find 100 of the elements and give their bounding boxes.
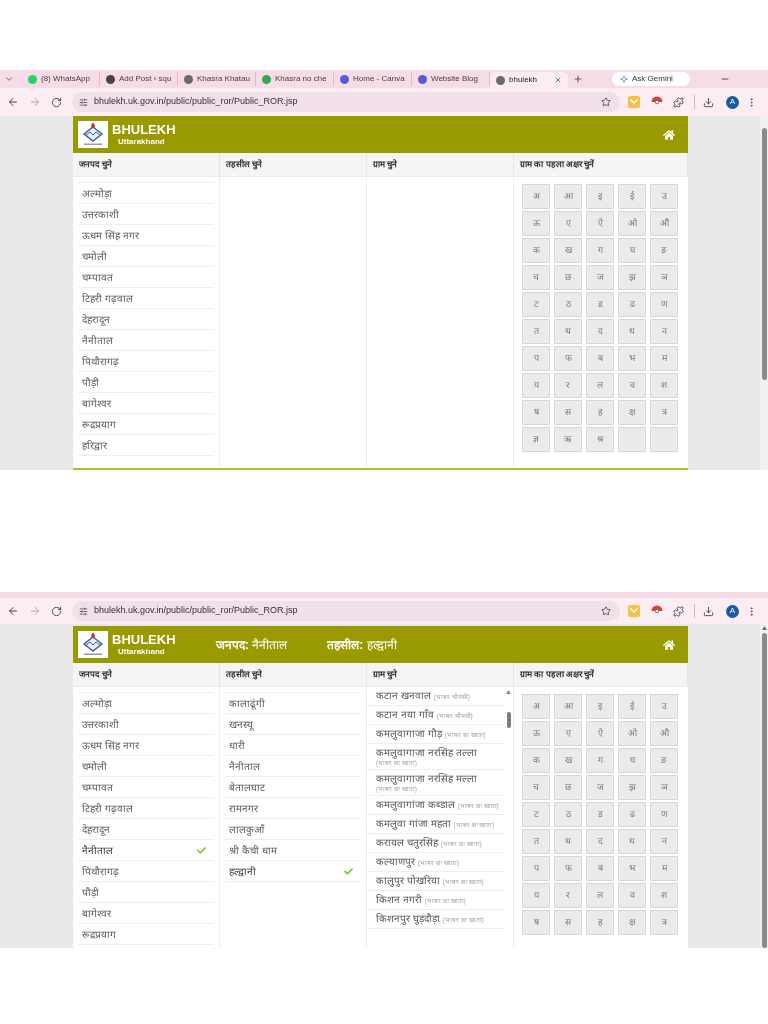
letter-button[interactable]: त xyxy=(522,319,550,344)
letter-button[interactable]: भ xyxy=(618,856,646,881)
village-name[interactable]: कटान नया गाँव xyxy=(376,709,434,721)
letter-button[interactable]: ह xyxy=(586,910,614,935)
district-item[interactable]: ऊधम सिंह नगर xyxy=(78,224,214,245)
letter-button[interactable]: झ xyxy=(618,775,646,800)
scrollbar-thumb[interactable] xyxy=(506,712,511,728)
letter-button[interactable]: झ xyxy=(618,265,646,290)
district-item[interactable]: पौड़ी xyxy=(78,881,214,902)
letter-button[interactable]: द xyxy=(586,319,614,344)
district-item[interactable]: नैनीताल xyxy=(78,329,214,350)
letter-button[interactable]: ढ xyxy=(618,802,646,827)
district-item[interactable]: बागेश्वर xyxy=(78,902,214,923)
letter-button[interactable]: ज्ञ xyxy=(522,427,550,452)
letter-button[interactable]: ट xyxy=(522,292,550,317)
district-item[interactable]: पौड़ी xyxy=(78,371,214,392)
scrollbar-thumb[interactable] xyxy=(761,632,767,948)
village-name[interactable]: किशनपुर घुड़दौड़ा xyxy=(376,913,440,925)
district-item[interactable]: रूद्रप्रयाग xyxy=(78,413,214,434)
letter-button[interactable]: औ xyxy=(650,721,678,746)
letter-button[interactable]: क xyxy=(522,748,550,773)
district-item[interactable]: देहरादून xyxy=(78,308,214,329)
browser-tab[interactable]: Home - Canva xyxy=(334,72,412,86)
letter-button[interactable]: ष xyxy=(522,910,550,935)
letter-button[interactable]: घ xyxy=(618,748,646,773)
village-name[interactable]: कमलुवागांजा कब्डाल xyxy=(376,799,455,811)
letter-button[interactable]: ऊ xyxy=(522,721,550,746)
letter-button[interactable]: भ xyxy=(618,346,646,371)
letter-button[interactable]: ए xyxy=(554,211,582,236)
letter-button[interactable]: थ xyxy=(554,829,582,854)
district-item[interactable]: चम्पावत xyxy=(78,776,214,797)
tehsil-item[interactable]: हल्द्वानी xyxy=(225,860,361,881)
letter-button[interactable]: ब xyxy=(586,346,614,371)
download-icon[interactable] xyxy=(703,96,714,108)
district-item[interactable]: रूद्रप्रयाग xyxy=(78,923,214,944)
letter-button[interactable]: ल xyxy=(586,373,614,398)
letter-button[interactable]: अ xyxy=(522,694,550,719)
letter-button[interactable]: ब xyxy=(586,856,614,881)
letter-button[interactable]: ग xyxy=(586,748,614,773)
village-name[interactable]: कमलुवागाजा गौड़ xyxy=(376,728,442,740)
letter-button[interactable]: त xyxy=(522,829,550,854)
district-item[interactable]: टिहरी गढ़वाल xyxy=(78,287,214,308)
village-name[interactable]: कमलुवागाजा नरसिंह मल्ला xyxy=(376,773,477,785)
letter-button[interactable]: ङ xyxy=(650,238,678,263)
district-item[interactable]: देहरादून xyxy=(78,818,214,839)
letter-button[interactable]: क्ष xyxy=(618,400,646,425)
letter-button[interactable]: ल xyxy=(586,883,614,908)
district-item[interactable]: उत्तरकाशी xyxy=(78,203,214,224)
letter-button[interactable]: ओ xyxy=(618,721,646,746)
letter-button[interactable]: श xyxy=(650,373,678,398)
village-name[interactable]: किशन नगरी xyxy=(376,894,422,906)
site-settings-icon[interactable] xyxy=(79,97,88,107)
letter-button[interactable]: ई xyxy=(618,184,646,209)
letter-button[interactable]: ङ xyxy=(650,748,678,773)
letter-button[interactable]: ञ xyxy=(650,265,678,290)
letter-button[interactable]: र xyxy=(554,883,582,908)
letter-button[interactable]: छ xyxy=(554,775,582,800)
tehsil-item[interactable]: रामनगर xyxy=(225,797,361,818)
tehsil-item[interactable]: धारी xyxy=(225,734,361,755)
puzzle-icon[interactable] xyxy=(673,96,684,108)
letter-button[interactable]: ह xyxy=(586,400,614,425)
bookmark-star-icon[interactable] xyxy=(601,97,611,107)
home-icon[interactable] xyxy=(663,128,675,141)
letter-button[interactable]: र xyxy=(554,373,582,398)
village-name[interactable]: करायल चतुरसिंह xyxy=(376,837,438,849)
letter-button[interactable]: अ xyxy=(522,184,550,209)
district-item[interactable]: पिथौरागढ़ xyxy=(78,860,214,881)
puzzle-icon[interactable] xyxy=(673,605,684,617)
village-name[interactable]: कटान खनवाल xyxy=(376,690,431,702)
tehsil-item[interactable]: लालकुआँ xyxy=(225,818,361,839)
district-item[interactable]: बागेश्वर xyxy=(78,392,214,413)
letter-button[interactable]: थ xyxy=(554,319,582,344)
letter-button[interactable]: ष xyxy=(522,400,550,425)
letter-button[interactable]: श xyxy=(650,883,678,908)
letter-button[interactable]: इ xyxy=(586,694,614,719)
letter-button[interactable]: ज xyxy=(586,265,614,290)
letter-button[interactable]: क्ष xyxy=(618,910,646,935)
letter-button[interactable]: ऊ xyxy=(522,211,550,236)
letter-button[interactable]: स xyxy=(554,910,582,935)
letter-button[interactable]: ध xyxy=(618,829,646,854)
browser-tab[interactable]: (8) WhatsApp xyxy=(22,72,100,86)
browser-tab[interactable]: Khasra Khatau xyxy=(178,72,256,86)
letter-button[interactable]: आ xyxy=(554,184,582,209)
tab-search-icon[interactable] xyxy=(4,74,14,84)
letter-button[interactable]: त्र xyxy=(650,910,678,935)
letter-button[interactable]: ट xyxy=(522,802,550,827)
letter-button[interactable]: ध xyxy=(618,319,646,344)
letter-button[interactable]: ण xyxy=(650,802,678,827)
close-icon[interactable] xyxy=(554,76,562,84)
district-item[interactable]: चमोली xyxy=(78,755,214,776)
letter-button[interactable]: ठ xyxy=(554,802,582,827)
letter-button[interactable]: ऐ xyxy=(586,211,614,236)
reload-icon[interactable] xyxy=(51,96,62,108)
back-icon[interactable] xyxy=(7,605,19,617)
letter-button[interactable]: व xyxy=(618,373,646,398)
reload-icon[interactable] xyxy=(51,605,62,617)
district-item[interactable]: चम्पावत xyxy=(78,266,214,287)
letter-button[interactable]: औ xyxy=(650,211,678,236)
tehsil-item[interactable]: बेतालघाट xyxy=(225,776,361,797)
tehsil-item[interactable]: खनस्यू xyxy=(225,713,361,734)
